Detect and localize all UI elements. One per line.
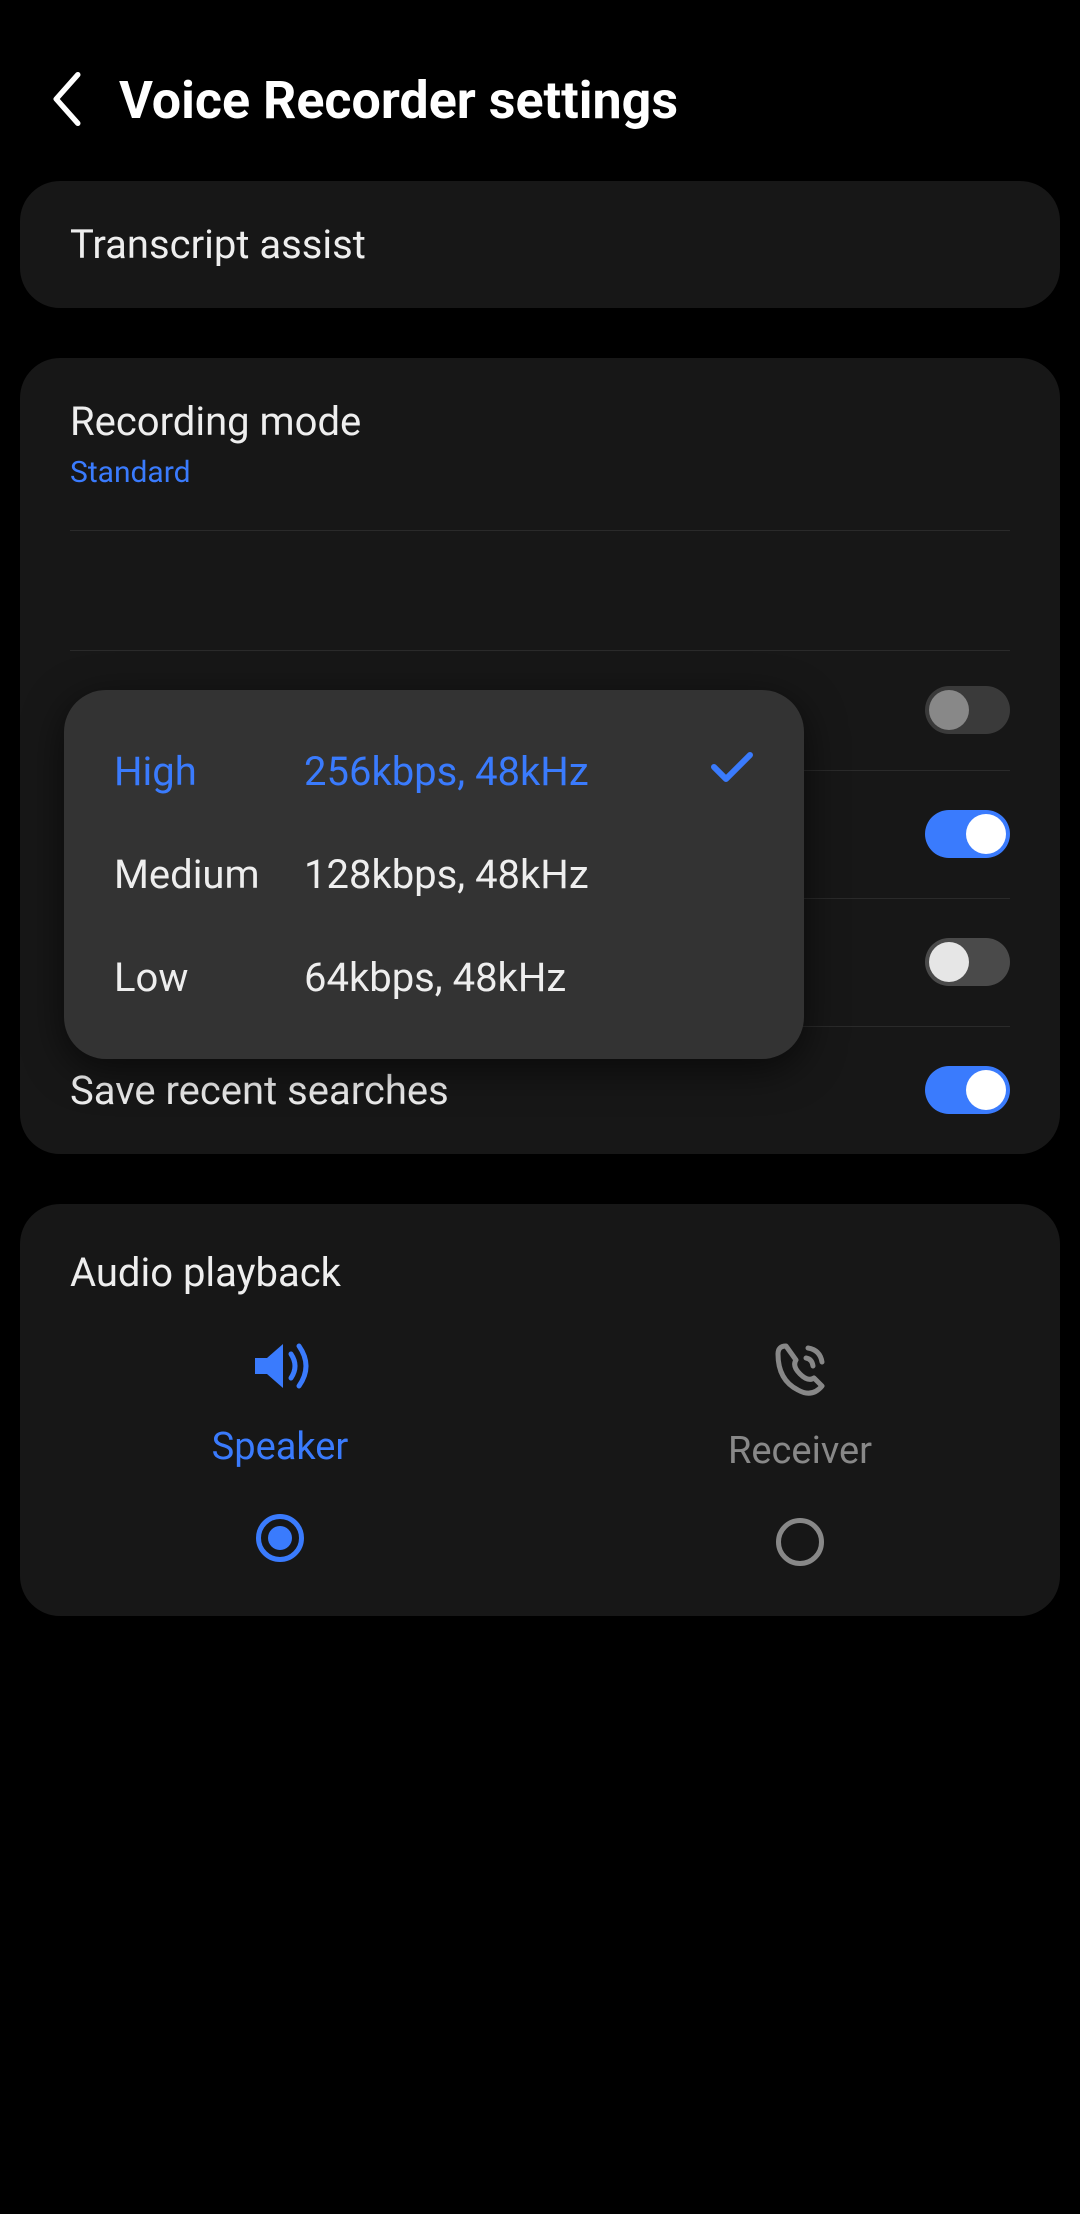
- row-transcript-assist[interactable]: Transcript assist: [20, 181, 1060, 308]
- speaker-radio[interactable]: [256, 1514, 304, 1562]
- quality-option-low[interactable]: Low 64kbps, 48kHz: [64, 926, 804, 1029]
- playback-receiver-option[interactable]: Receiver: [540, 1336, 1060, 1566]
- row-recording-mode[interactable]: Recording mode Standard: [20, 358, 1060, 530]
- save-searches-label: Save recent searches: [70, 1067, 449, 1114]
- quality-medium-detail: 128kbps, 48kHz: [304, 851, 754, 898]
- transcript-assist-label: Transcript assist: [70, 221, 366, 268]
- quality-low-label: Low: [114, 954, 304, 1001]
- recording-mode-value: Standard: [70, 455, 361, 490]
- quality-high-detail: 256kbps, 48kHz: [304, 748, 700, 795]
- row-quality-hidden[interactable]: [20, 530, 1060, 650]
- speaker-label: Speaker: [212, 1425, 349, 1469]
- receiver-label: Receiver: [728, 1429, 872, 1473]
- check-icon: [710, 748, 754, 795]
- speaker-icon: [245, 1336, 315, 1400]
- quality-option-medium[interactable]: Medium 128kbps, 48kHz: [64, 823, 804, 926]
- auto-play-toggle[interactable]: [925, 938, 1010, 986]
- hidden-toggle[interactable]: [925, 686, 1010, 734]
- block-calls-toggle[interactable]: [925, 810, 1010, 858]
- playback-options: Speaker Receiver: [20, 1326, 1060, 1616]
- recording-mode-label: Recording mode: [70, 398, 361, 445]
- quality-high-label: High: [114, 748, 304, 795]
- quality-low-detail: 64kbps, 48kHz: [304, 954, 754, 1001]
- audio-playback-title: Audio playback: [20, 1204, 1060, 1326]
- receiver-icon: [768, 1336, 832, 1404]
- save-searches-toggle[interactable]: [925, 1066, 1010, 1114]
- quality-popup: High 256kbps, 48kHz Medium 128kbps, 48kH…: [64, 690, 804, 1059]
- playback-speaker-option[interactable]: Speaker: [20, 1336, 540, 1566]
- back-icon[interactable]: [50, 72, 84, 130]
- quality-medium-label: Medium: [114, 851, 304, 898]
- page-title: Voice Recorder settings: [119, 70, 678, 131]
- receiver-radio[interactable]: [776, 1518, 824, 1566]
- quality-option-high[interactable]: High 256kbps, 48kHz: [64, 720, 804, 823]
- header: Voice Recorder settings: [20, 0, 1060, 181]
- card-playback: Audio playback Speaker Receiver: [20, 1204, 1060, 1616]
- card-transcript: Transcript assist: [20, 181, 1060, 308]
